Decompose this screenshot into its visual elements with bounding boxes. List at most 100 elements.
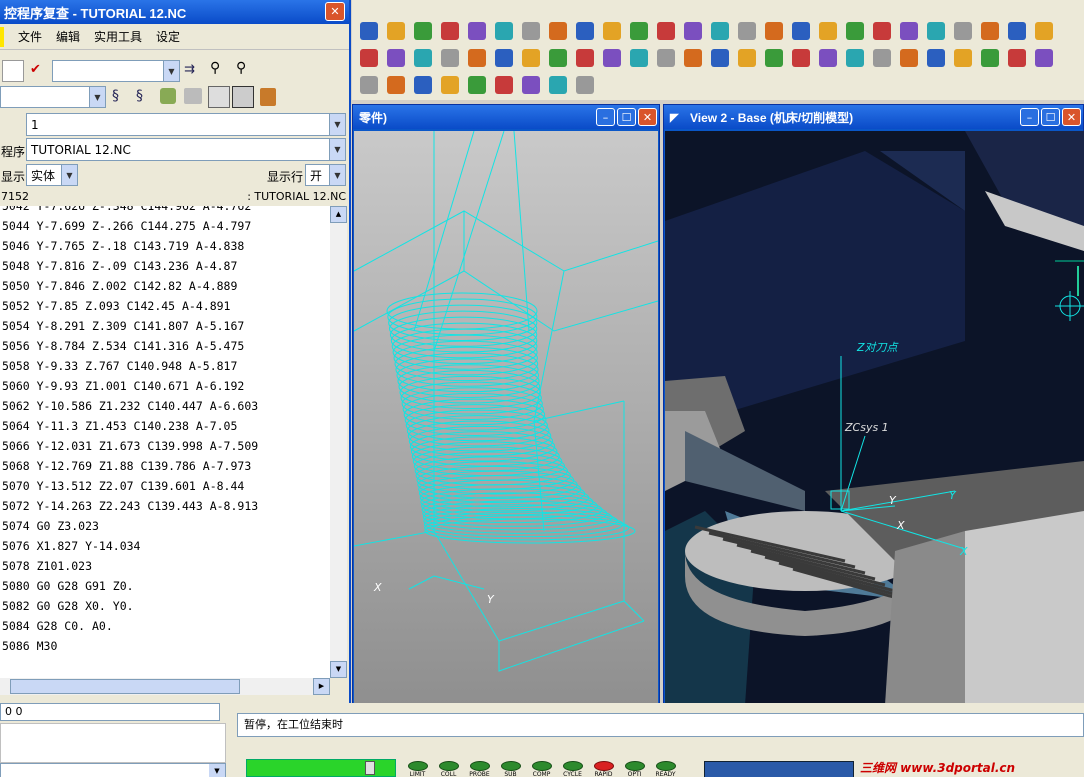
minimize-icon[interactable]: – — [1020, 108, 1039, 126]
toolbar-button[interactable] — [491, 72, 517, 98]
maximize-icon[interactable]: ☐ — [1041, 108, 1060, 126]
toolbar-button[interactable] — [680, 18, 706, 44]
find-next-icon[interactable]: ⚲ — [236, 60, 246, 76]
code-line[interactable]: 5058 Y-9.33 Z.767 C140.948 A-5.817 — [0, 356, 330, 376]
code-vertical-scrollbar[interactable]: ▲ ▼ — [330, 206, 347, 678]
toolbar-button[interactable] — [491, 18, 517, 44]
menu-edit[interactable]: 编辑 — [56, 28, 80, 45]
code-line[interactable]: 5078 Z101.023 — [0, 556, 330, 576]
toolbar-button[interactable] — [410, 72, 436, 98]
menu-settings[interactable]: 设定 — [156, 28, 180, 45]
print-icon[interactable] — [184, 88, 202, 104]
toolbar-button[interactable] — [653, 18, 679, 44]
menu-file[interactable]: 文件 — [18, 28, 42, 45]
toolbar-button[interactable] — [1031, 45, 1057, 71]
scroll-right-icon[interactable]: ▶ — [313, 678, 330, 695]
toolbar-button[interactable] — [869, 45, 895, 71]
toolbar-button[interactable] — [950, 45, 976, 71]
toolbar-button[interactable] — [356, 72, 382, 98]
code-line[interactable]: 5082 G0 G28 X0. Y0. — [0, 596, 330, 616]
toolbar-button[interactable] — [383, 18, 409, 44]
toolbar-button[interactable] — [464, 45, 490, 71]
toolbar-button[interactable] — [761, 18, 787, 44]
toolbar-button[interactable] — [626, 18, 652, 44]
toolbar-button[interactable] — [599, 45, 625, 71]
code-line[interactable]: 5060 Y-9.93 Z1.001 C140.671 A-6.192 — [0, 376, 330, 396]
clipboard-icon[interactable] — [2, 60, 24, 82]
code-line[interactable]: 5084 G28 C0. A0. — [0, 616, 330, 636]
code-line[interactable]: 5046 Y-7.765 Z-.18 C143.719 A-4.838 — [0, 236, 330, 256]
list-arrow-icon[interactable]: ⇉ — [184, 62, 195, 77]
toolbar-button[interactable] — [734, 18, 760, 44]
toolbar-button[interactable] — [815, 45, 841, 71]
toolbar-button[interactable] — [815, 18, 841, 44]
toolbar-combo[interactable]: ▼ — [52, 60, 180, 82]
toolbar-button[interactable] — [653, 45, 679, 71]
toolbar-button[interactable] — [464, 18, 490, 44]
speed-slider[interactable] — [246, 759, 396, 777]
toolbar-button[interactable] — [680, 45, 706, 71]
code-line[interactable]: 5042 Y-7.626 Z-.348 C144.962 A-4.762 — [0, 206, 330, 216]
toolbar-button[interactable] — [977, 45, 1003, 71]
minimize-icon[interactable]: – — [596, 108, 615, 126]
toolbar-button[interactable] — [518, 18, 544, 44]
toolbar-button[interactable] — [572, 45, 598, 71]
scroll-down-icon[interactable]: ▼ — [330, 661, 347, 678]
code-line[interactable]: 5080 G0 G28 G91 Z0. — [0, 576, 330, 596]
program-select[interactable]: TUTORIAL 12.NC ▼ — [26, 138, 346, 161]
toolbar-button[interactable] — [383, 45, 409, 71]
code-line[interactable]: 5072 Y-14.263 Z2.243 C139.443 A-8.913 — [0, 496, 330, 516]
toolbar-button[interactable] — [383, 72, 409, 98]
toolbar-button[interactable] — [842, 45, 868, 71]
view2-canvas[interactable]: Z对刀点 ZCsys 1 Y Y X X — [665, 131, 1084, 705]
code-line[interactable]: 5086 M30 — [0, 636, 330, 656]
toolbar-button[interactable] — [518, 45, 544, 71]
code-line[interactable]: 5066 Y-12.031 Z1.673 C139.998 A-7.509 — [0, 436, 330, 456]
toolbar-button[interactable] — [896, 45, 922, 71]
toolbar-button[interactable] — [572, 18, 598, 44]
code-line[interactable]: 5052 Y-7.85 Z.093 C142.45 A-4.891 — [0, 296, 330, 316]
toolbar-button[interactable] — [923, 18, 949, 44]
check-icon[interactable]: ✔ — [30, 62, 41, 77]
toolbar-button[interactable] — [1004, 18, 1030, 44]
code-line[interactable]: 5068 Y-12.769 Z1.88 C139.786 A-7.973 — [0, 456, 330, 476]
toolbar-button[interactable] — [1031, 18, 1057, 44]
toolbar-button[interactable] — [761, 45, 787, 71]
close-icon[interactable]: ✕ — [1062, 108, 1081, 126]
menu-utilities[interactable]: 实用工具 — [94, 28, 142, 45]
toolbar-button[interactable] — [437, 45, 463, 71]
toolbar-button[interactable] — [707, 18, 733, 44]
split-vertical-icon[interactable] — [208, 86, 230, 108]
toolbar-button[interactable] — [788, 45, 814, 71]
split-horizontal-icon[interactable] — [232, 86, 254, 108]
bottom-field[interactable]: 0 0 — [0, 703, 220, 721]
exit-icon[interactable] — [260, 88, 276, 106]
code-line[interactable]: 5056 Y-8.784 Z.534 C141.316 A-5.475 — [0, 336, 330, 356]
close-icon[interactable]: ✕ — [638, 108, 657, 126]
step-back-icon[interactable]: § — [136, 88, 143, 104]
nc-window-close-button[interactable]: ✕ — [325, 2, 345, 21]
toolbar-button[interactable] — [437, 18, 463, 44]
toolbar-button[interactable] — [518, 72, 544, 98]
toolbar-button[interactable] — [545, 45, 571, 71]
code-line[interactable]: 5062 Y-10.586 Z1.232 C140.447 A-6.603 — [0, 396, 330, 416]
toolbar-button[interactable] — [896, 18, 922, 44]
display-line-select[interactable]: 开 ▼ — [305, 164, 346, 186]
slider-thumb[interactable] — [365, 761, 375, 775]
code-line[interactable]: 5064 Y-11.3 Z1.453 C140.238 A-7.05 — [0, 416, 330, 436]
toolbar-button[interactable] — [410, 18, 436, 44]
toolbar-button[interactable] — [437, 72, 463, 98]
code-line[interactable]: 5076 X1.827 Y-14.034 — [0, 536, 330, 556]
toolbar-button[interactable] — [869, 18, 895, 44]
toolbar-button[interactable] — [545, 18, 571, 44]
toolbar-button[interactable] — [491, 45, 517, 71]
toolbar-button[interactable] — [707, 45, 733, 71]
toolbar-button[interactable] — [977, 18, 1003, 44]
toolbar-button[interactable] — [842, 18, 868, 44]
nc-code-list[interactable]: 5042 Y-7.626 Z-.348 C144.962 A-4.762 5044… — [0, 206, 330, 678]
toolbar-button[interactable] — [734, 45, 760, 71]
code-line[interactable]: 5070 Y-13.512 Z2.07 C139.601 A-8.44 — [0, 476, 330, 496]
toolbar-button[interactable] — [545, 72, 571, 98]
toolbar-button[interactable] — [1004, 45, 1030, 71]
toolbar-button[interactable] — [356, 45, 382, 71]
